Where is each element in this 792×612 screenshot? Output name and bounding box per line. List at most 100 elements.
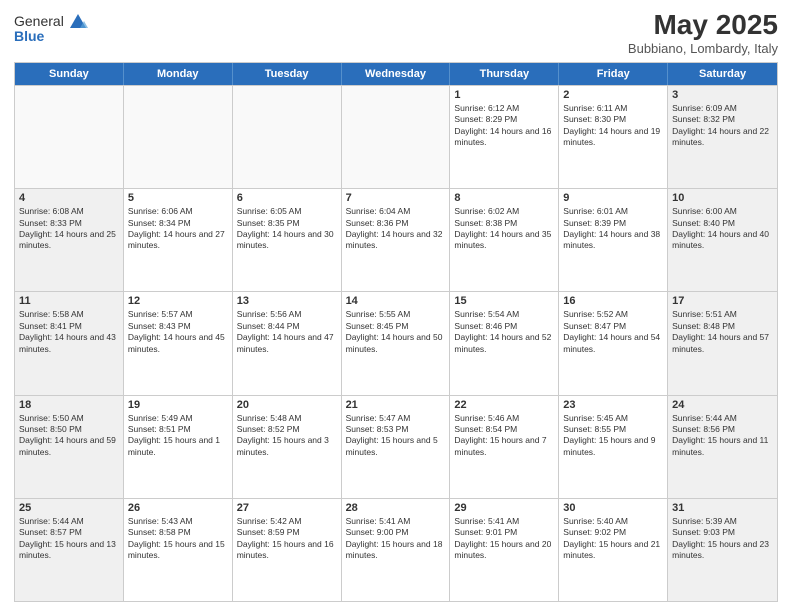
cell-info-0-4: Sunrise: 6:12 AM Sunset: 8:29 PM Dayligh… [454, 103, 554, 149]
day-number-1-2: 6 [237, 192, 337, 204]
cell-info-4-6: Sunrise: 5:39 AM Sunset: 9:03 PM Dayligh… [672, 516, 773, 562]
header-sunday: Sunday [15, 63, 124, 85]
cell-info-2-6: Sunrise: 5:51 AM Sunset: 8:48 PM Dayligh… [672, 309, 773, 355]
cell-info-3-4: Sunrise: 5:46 AM Sunset: 8:54 PM Dayligh… [454, 413, 554, 459]
cell-info-4-0: Sunrise: 5:44 AM Sunset: 8:57 PM Dayligh… [19, 516, 119, 562]
calendar-cell-3-6: 24Sunrise: 5:44 AM Sunset: 8:56 PM Dayli… [668, 396, 777, 498]
calendar-cell-2-6: 17 Sunrise: 5:51 AM Sunset: 8:48 PM Dayli… [668, 292, 777, 394]
day-number-4-3: 28 [346, 502, 446, 514]
cell-info-4-2: Sunrise: 5:42 AM Sunset: 8:59 PM Dayligh… [237, 516, 337, 562]
calendar-cell-4-6: 31 Sunrise: 5:39 AM Sunset: 9:03 PM Dayli… [668, 499, 777, 601]
calendar-cell-0-4: 1 Sunrise: 6:12 AM Sunset: 8:29 PM Daylig… [450, 86, 559, 188]
day-number-1-6: 10 [672, 192, 773, 204]
calendar-cell-4-2: 27Sunrise: 5:42 AM Sunset: 8:59 PM Dayli… [233, 499, 342, 601]
cell-info-3-5: Sunrise: 5:45 AM Sunset: 8:55 PM Dayligh… [563, 413, 663, 459]
cell-info-4-4: Sunrise: 5:41 AM Sunset: 9:01 PM Dayligh… [454, 516, 554, 562]
calendar-cell-3-3: 21 Sunrise: 5:47 AM Sunset: 8:53 PM Dayli… [342, 396, 451, 498]
calendar-row-0: 1 Sunrise: 6:12 AM Sunset: 8:29 PM Daylig… [15, 85, 777, 188]
day-number-2-6: 17 [672, 295, 773, 307]
cell-info-2-2: Sunrise: 5:56 AM Sunset: 8:44 PM Dayligh… [237, 309, 337, 355]
logo-blue: Blue [14, 28, 44, 45]
calendar-cell-2-4: 15 Sunrise: 5:54 AM Sunset: 8:46 PM Dayli… [450, 292, 559, 394]
calendar-cell-1-4: 8 Sunrise: 6:02 AM Sunset: 8:38 PM Daylig… [450, 189, 559, 291]
day-number-0-4: 1 [454, 89, 554, 101]
day-number-3-2: 20 [237, 399, 337, 411]
cell-info-1-6: Sunrise: 6:00 AM Sunset: 8:40 PM Dayligh… [672, 206, 773, 252]
day-number-4-1: 26 [128, 502, 228, 514]
cell-info-4-5: Sunrise: 5:40 AM Sunset: 9:02 PM Dayligh… [563, 516, 663, 562]
calendar-cell-3-4: 22 Sunrise: 5:46 AM Sunset: 8:54 PM Dayli… [450, 396, 559, 498]
calendar-cell-0-3 [342, 86, 451, 188]
calendar-cell-2-5: 16Sunrise: 5:52 AM Sunset: 8:47 PM Dayli… [559, 292, 668, 394]
calendar-cell-1-0: 4 Sunrise: 6:08 AM Sunset: 8:33 PM Daylig… [15, 189, 124, 291]
day-number-1-0: 4 [19, 192, 119, 204]
day-number-1-4: 8 [454, 192, 554, 204]
calendar-cell-2-3: 14 Sunrise: 5:55 AM Sunset: 8:45 PM Dayli… [342, 292, 451, 394]
day-number-0-6: 3 [672, 89, 773, 101]
title-block: May 2025 Bubbiano, Lombardy, Italy [628, 10, 778, 56]
header: General Blue May 2025 Bubbiano, Lombardy… [14, 10, 778, 56]
day-number-4-0: 25 [19, 502, 119, 514]
cell-info-1-4: Sunrise: 6:02 AM Sunset: 8:38 PM Dayligh… [454, 206, 554, 252]
calendar-cell-3-1: 19Sunrise: 5:49 AM Sunset: 8:51 PM Dayli… [124, 396, 233, 498]
day-number-2-5: 16 [563, 295, 663, 307]
day-number-2-0: 11 [19, 295, 119, 307]
day-number-3-5: 23 [563, 399, 663, 411]
calendar-cell-4-1: 26 Sunrise: 5:43 AM Sunset: 8:58 PM Dayli… [124, 499, 233, 601]
header-friday: Friday [559, 63, 668, 85]
calendar-row-3: 18Sunrise: 5:50 AM Sunset: 8:50 PM Dayli… [15, 395, 777, 498]
calendar-header: Sunday Monday Tuesday Wednesday Thursday… [15, 63, 777, 85]
cell-info-2-3: Sunrise: 5:55 AM Sunset: 8:45 PM Dayligh… [346, 309, 446, 355]
day-number-4-6: 31 [672, 502, 773, 514]
page: General Blue May 2025 Bubbiano, Lombardy… [0, 0, 792, 612]
cell-info-2-0: Sunrise: 5:58 AM Sunset: 8:41 PM Dayligh… [19, 309, 119, 355]
cell-info-0-5: Sunrise: 6:11 AM Sunset: 8:30 PM Dayligh… [563, 103, 663, 149]
calendar-cell-4-4: 29 Sunrise: 5:41 AM Sunset: 9:01 PM Dayli… [450, 499, 559, 601]
calendar-row-1: 4 Sunrise: 6:08 AM Sunset: 8:33 PM Daylig… [15, 188, 777, 291]
cell-info-1-0: Sunrise: 6:08 AM Sunset: 8:33 PM Dayligh… [19, 206, 119, 252]
calendar-cell-3-5: 23 Sunrise: 5:45 AM Sunset: 8:55 PM Dayli… [559, 396, 668, 498]
day-number-0-5: 2 [563, 89, 663, 101]
cell-info-1-1: Sunrise: 6:06 AM Sunset: 8:34 PM Dayligh… [128, 206, 228, 252]
logo-general: General [14, 13, 64, 30]
cell-info-3-6: Sunrise: 5:44 AM Sunset: 8:56 PM Dayligh… [672, 413, 773, 459]
cell-info-2-4: Sunrise: 5:54 AM Sunset: 8:46 PM Dayligh… [454, 309, 554, 355]
location: Bubbiano, Lombardy, Italy [628, 41, 778, 56]
header-monday: Monday [124, 63, 233, 85]
month-title: May 2025 [628, 10, 778, 41]
day-number-3-4: 22 [454, 399, 554, 411]
header-tuesday: Tuesday [233, 63, 342, 85]
calendar-cell-2-1: 12 Sunrise: 5:57 AM Sunset: 8:43 PM Dayli… [124, 292, 233, 394]
day-number-4-4: 29 [454, 502, 554, 514]
cell-info-4-3: Sunrise: 5:41 AM Sunset: 9:00 PM Dayligh… [346, 516, 446, 562]
calendar-body: 1 Sunrise: 6:12 AM Sunset: 8:29 PM Daylig… [15, 85, 777, 601]
cell-info-4-1: Sunrise: 5:43 AM Sunset: 8:58 PM Dayligh… [128, 516, 228, 562]
cell-info-1-2: Sunrise: 6:05 AM Sunset: 8:35 PM Dayligh… [237, 206, 337, 252]
cell-info-1-5: Sunrise: 6:01 AM Sunset: 8:39 PM Dayligh… [563, 206, 663, 252]
day-number-3-1: 19 [128, 399, 228, 411]
calendar-cell-0-1 [124, 86, 233, 188]
logo-icon [66, 10, 88, 32]
day-number-2-1: 12 [128, 295, 228, 307]
day-number-4-5: 30 [563, 502, 663, 514]
calendar-cell-0-0 [15, 86, 124, 188]
day-number-1-3: 7 [346, 192, 446, 204]
calendar-cell-0-6: 3Sunrise: 6:09 AM Sunset: 8:32 PM Daylig… [668, 86, 777, 188]
day-number-2-3: 14 [346, 295, 446, 307]
calendar-cell-1-1: 5 Sunrise: 6:06 AM Sunset: 8:34 PM Daylig… [124, 189, 233, 291]
calendar-cell-1-6: 10 Sunrise: 6:00 AM Sunset: 8:40 PM Dayli… [668, 189, 777, 291]
calendar-cell-0-2 [233, 86, 342, 188]
calendar-cell-1-2: 6 Sunrise: 6:05 AM Sunset: 8:35 PM Daylig… [233, 189, 342, 291]
calendar-cell-0-5: 2 Sunrise: 6:11 AM Sunset: 8:30 PM Daylig… [559, 86, 668, 188]
calendar-cell-2-2: 13Sunrise: 5:56 AM Sunset: 8:44 PM Dayli… [233, 292, 342, 394]
calendar-cell-3-0: 18Sunrise: 5:50 AM Sunset: 8:50 PM Dayli… [15, 396, 124, 498]
day-number-1-1: 5 [128, 192, 228, 204]
cell-info-3-3: Sunrise: 5:47 AM Sunset: 8:53 PM Dayligh… [346, 413, 446, 459]
calendar-cell-1-3: 7Sunrise: 6:04 AM Sunset: 8:36 PM Daylig… [342, 189, 451, 291]
day-number-2-4: 15 [454, 295, 554, 307]
day-number-3-3: 21 [346, 399, 446, 411]
day-number-1-5: 9 [563, 192, 663, 204]
cell-info-2-1: Sunrise: 5:57 AM Sunset: 8:43 PM Dayligh… [128, 309, 228, 355]
calendar-cell-4-0: 25 Sunrise: 5:44 AM Sunset: 8:57 PM Dayli… [15, 499, 124, 601]
calendar-cell-2-0: 11 Sunrise: 5:58 AM Sunset: 8:41 PM Dayli… [15, 292, 124, 394]
